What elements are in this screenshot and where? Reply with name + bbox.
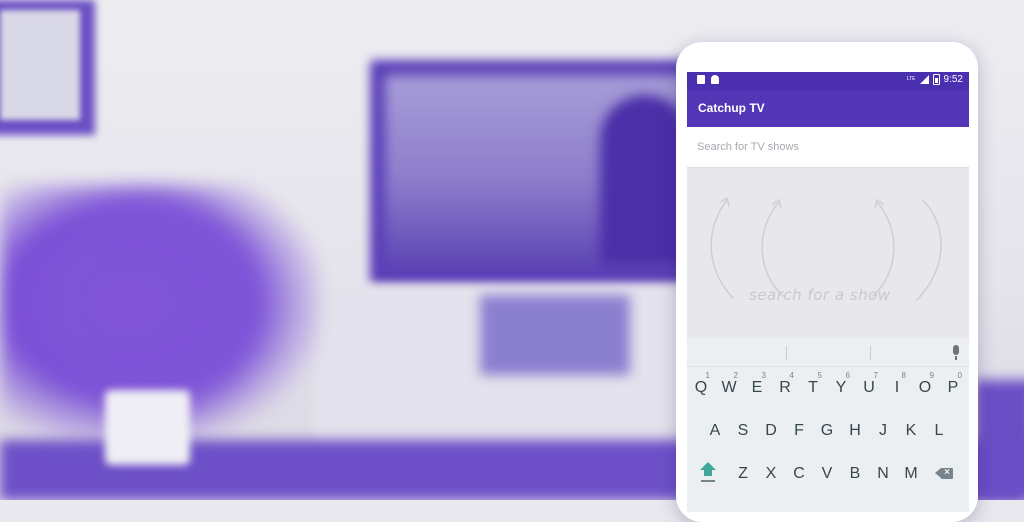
keyboard-row-3: Z X C V B N M × — [687, 454, 969, 494]
key-b[interactable]: B — [841, 454, 869, 494]
key-g[interactable]: G — [813, 411, 841, 451]
key-t[interactable]: T5 — [799, 368, 827, 408]
key-f[interactable]: F — [785, 411, 813, 451]
key-c[interactable]: C — [785, 454, 813, 494]
right-outer-arc — [916, 199, 942, 301]
mic-head — [953, 345, 959, 355]
keyboard-row-2: A S D F G H J K L — [687, 411, 969, 451]
key-l[interactable]: L — [925, 411, 953, 451]
curved-arrows-illustration — [710, 196, 942, 301]
key-s[interactable]: S — [729, 411, 757, 451]
key-q[interactable]: Q1 — [687, 368, 715, 408]
keyboard-row-1: Q1 W2 E3 R4 T5 Y6 U7 I8 O9 P0 — [687, 368, 969, 408]
notification-icons — [697, 75, 719, 84]
key-y[interactable]: Y6 — [827, 368, 855, 408]
key-n[interactable]: N — [869, 454, 897, 494]
system-icons: LTE 9:52 — [907, 74, 963, 85]
soft-keyboard: Q1 W2 E3 R4 T5 Y6 U7 I8 O9 P0 A S D F G … — [687, 338, 969, 512]
backspace-cross: × — [944, 467, 950, 478]
network-type: LTE — [906, 76, 916, 82]
key-x[interactable]: X — [757, 454, 785, 494]
backspace-icon[interactable]: × — [933, 454, 961, 494]
key-z[interactable]: Z — [729, 454, 757, 494]
suggestion-divider — [870, 346, 871, 360]
signal-icon — [919, 75, 929, 84]
key-v[interactable]: V — [813, 454, 841, 494]
background-cabinet-shelf — [480, 295, 630, 375]
shift-stem — [704, 470, 712, 476]
background-chair — [975, 380, 1024, 500]
shift-underline — [701, 480, 715, 482]
background-plant-leaves — [40, 200, 260, 410]
search-input[interactable] — [697, 137, 957, 157]
background-picture — [0, 10, 80, 120]
status-time: 9:52 — [943, 74, 963, 85]
mic-stand — [955, 356, 957, 360]
left-inner-arc — [761, 201, 784, 297]
phone-screen: LTE 9:52 Catchup TV Search for TV shows … — [687, 72, 969, 512]
shift-icon[interactable] — [693, 454, 721, 494]
key-k[interactable]: K — [897, 411, 925, 451]
status-bar: LTE 9:52 — [687, 72, 969, 90]
shift-arrow — [700, 462, 716, 470]
key-d[interactable]: D — [757, 411, 785, 451]
right-inner-arc — [872, 201, 895, 297]
key-j[interactable]: J — [869, 411, 897, 451]
key-p[interactable]: P0 — [939, 368, 967, 408]
key-r[interactable]: R4 — [771, 368, 799, 408]
battery-icon — [932, 74, 940, 85]
app-bar: Catchup TV — [687, 90, 969, 127]
key-o[interactable]: O9 — [911, 368, 939, 408]
key-e[interactable]: E3 — [743, 368, 771, 408]
key-a[interactable]: A — [701, 411, 729, 451]
sd-card-icon — [697, 75, 705, 84]
key-h[interactable]: H — [841, 411, 869, 451]
suggestion-divider — [786, 346, 787, 360]
app-title: Catchup TV — [698, 101, 765, 115]
mic-icon[interactable] — [951, 345, 961, 361]
background-plant-pot — [105, 390, 190, 465]
android-icon — [711, 75, 719, 84]
search-bar — [687, 127, 969, 168]
phone-frame: LTE 9:52 Catchup TV Search for TV shows … — [676, 42, 978, 522]
key-i[interactable]: I8 — [883, 368, 911, 408]
key-w[interactable]: W2 — [715, 368, 743, 408]
empty-state: search for a show — [687, 168, 969, 338]
key-u[interactable]: U7 — [855, 368, 883, 408]
left-outer-arc — [710, 199, 734, 299]
suggestion-strip — [687, 338, 969, 367]
key-m[interactable]: M — [897, 454, 925, 494]
empty-state-hint: search for a show — [749, 286, 891, 304]
